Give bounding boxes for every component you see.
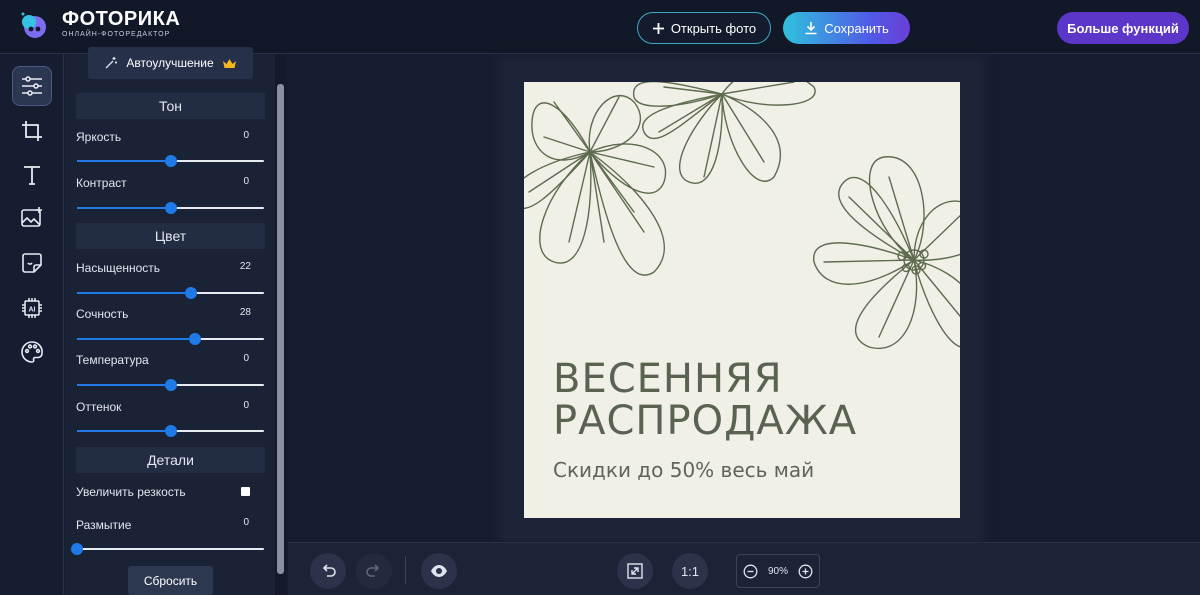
brightness-label: Яркость [76,130,122,144]
slider-fill [77,384,171,386]
slider-track [77,548,264,550]
zoom-level: 90% [767,565,788,577]
crown-icon [222,58,236,68]
slider-thumb[interactable] [185,287,198,299]
saturation-slider[interactable] [77,287,264,299]
image-add-tool[interactable] [12,198,52,238]
undo-button[interactable] [310,553,346,589]
temperature-label: Температура [76,353,149,367]
more-features-button[interactable]: Больше функций [1057,12,1189,44]
temperature-slider[interactable] [77,379,264,391]
blur-label: Размытие [76,518,132,532]
sticker-tool[interactable] [12,243,52,283]
palette-icon [21,341,43,363]
contrast-value: 0 [243,176,249,187]
tint-label: Оттенок [76,400,122,414]
blur-value: 0 [243,517,249,528]
tint-value: 0 [243,400,249,411]
text-tool[interactable] [12,155,52,195]
slider-thumb[interactable] [71,543,83,555]
redo-button[interactable] [356,553,392,589]
ai-tool[interactable]: AI [12,288,52,328]
temperature-value: 0 [243,353,249,364]
open-photo-label: Открыть фото [670,20,757,36]
poster-subtitle: Скидки до 50% весь май [553,458,815,482]
contrast-label: Контраст [76,176,127,190]
poster-image[interactable]: ВЕСЕННЯЯ РАСПРОДАЖА Скидки до 50% весь м… [524,82,960,518]
slider-fill [77,430,171,432]
contrast-slider[interactable] [77,202,264,214]
flower-top [633,82,816,184]
crop-tool[interactable] [12,111,52,151]
auto-enhance-label: Автоулучшение [126,56,214,70]
magic-wand-icon [105,57,118,69]
slider-thumb[interactable] [164,202,177,214]
text-icon [24,166,40,185]
tint-slider[interactable] [77,425,264,437]
vibrance-slider[interactable] [77,333,264,345]
top-bar: ФОТОРИКА ОНЛАЙН-ФОТОРЕДАКТОР [0,0,1200,54]
vibrance-label: Сочность [76,307,129,321]
zoom-control: 90% [736,554,820,588]
svg-text:AI: AI [29,307,36,314]
slider-thumb[interactable] [164,379,177,391]
filters-tool[interactable] [12,332,52,372]
saturation-value: 22 [239,261,251,272]
eye-icon [431,565,447,577]
adjust-tool[interactable] [12,66,52,106]
more-features-label: Больше функций [1067,20,1179,36]
save-label: Сохранить [824,20,889,36]
adjust-icon [22,76,42,96]
sticker-icon [22,253,42,273]
slider-fill [77,207,171,209]
zoom-out-icon [743,564,757,578]
open-photo-button[interactable]: Открыть фото [637,12,771,44]
vibrance-value: 28 [239,307,251,318]
slider-thumb[interactable] [164,425,177,437]
slider-fill [77,160,171,162]
details-section-header: Детали [76,447,265,473]
zoom-out-button[interactable] [741,562,759,580]
toolbar-divider [405,556,406,584]
slider-fill [77,338,195,340]
redo-icon [366,564,380,577]
preview-button[interactable] [421,553,457,589]
reset-button[interactable]: Сбросить [128,566,213,595]
brand: ФОТОРИКА ОНЛАЙН-ФОТОРЕДАКТОР [62,9,180,38]
zoom-in-icon [799,564,813,578]
brand-name: ФОТОРИКА [62,8,181,30]
fit-screen-button[interactable] [617,553,653,589]
flower-right [813,156,960,350]
sharpen-checkbox[interactable] [241,487,250,496]
ai-chip-icon: AI [22,298,42,318]
image-add-icon [21,207,42,227]
brand-subtitle: ОНЛАЙН-ФОТОРЕДАКТОР [62,31,171,38]
poster-title: ВЕСЕННЯЯ РАСПРОДАЖА [553,358,857,442]
fit-screen-icon [627,563,643,579]
download-icon [805,22,817,35]
slider-thumb[interactable] [188,333,201,345]
zoom-in-button[interactable] [797,562,815,580]
fotorika-logo-icon [21,12,46,38]
slider-fill [77,292,192,294]
saturation-label: Насыщенность [76,261,161,275]
crop-icon [22,121,42,141]
flower-illustration [524,82,960,350]
tone-section-header: Тон [76,93,265,119]
blur-slider[interactable] [71,543,264,555]
actual-size-button[interactable]: 1:1 [672,553,708,589]
brightness-value: 0 [243,130,249,141]
panel-scrollbar-thumb[interactable] [277,84,284,574]
undo-icon [322,564,336,577]
slider-thumb[interactable] [164,155,177,167]
poster-title-line2: РАСПРОДАЖА [553,398,858,444]
poster-title-line1: ВЕСЕННЯЯ [553,356,783,402]
save-button[interactable]: Сохранить [783,12,910,44]
brightness-slider[interactable] [77,155,264,167]
plus-icon [652,22,664,34]
sharpen-label: Увеличить резкость [76,485,186,499]
color-section-header: Цвет [76,223,265,249]
auto-enhance-button[interactable]: Автоулучшение [88,47,253,79]
